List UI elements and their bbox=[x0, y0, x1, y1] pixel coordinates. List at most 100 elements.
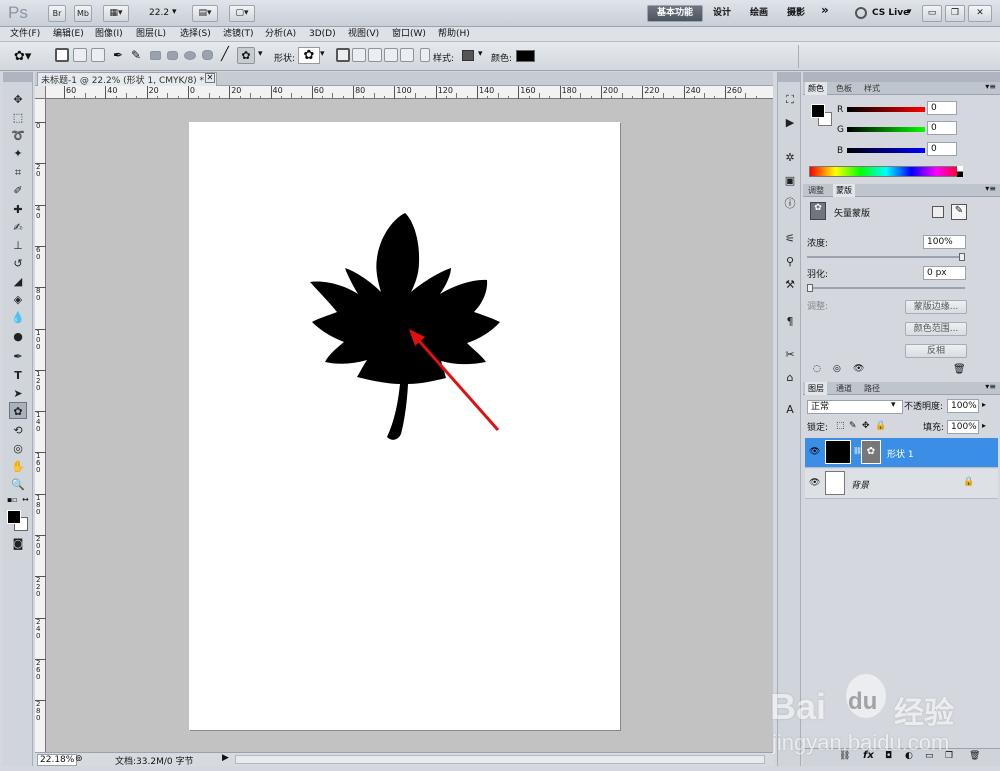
view-extras-button[interactable]: ▦▾ bbox=[103, 5, 129, 22]
status-menu-arrow-icon[interactable]: ▶ bbox=[222, 753, 229, 763]
menu-select[interactable]: 选择(S) bbox=[180, 28, 211, 41]
delete-mask-icon[interactable]: 🗑 bbox=[953, 364, 966, 375]
ruler-origin[interactable] bbox=[35, 86, 46, 99]
tab-masks[interactable]: 蒙版 bbox=[833, 184, 855, 197]
panel-collapse-bar[interactable] bbox=[803, 72, 1000, 82]
crop-tool-icon[interactable]: ⌗ bbox=[9, 164, 27, 181]
layer-row-background[interactable]: 👁 背景 🔒 bbox=[805, 469, 998, 499]
shape-layers-mode-button[interactable] bbox=[55, 48, 69, 62]
freeform-pen-icon[interactable]: ✎ bbox=[131, 48, 141, 62]
r-slider[interactable] bbox=[847, 107, 925, 112]
color-spectrum-bar[interactable] bbox=[809, 166, 963, 177]
info-panel-icon[interactable]: ⓘ bbox=[782, 196, 798, 212]
custom-shape-tool-button[interactable]: ✿ bbox=[237, 47, 255, 64]
restore-button[interactable]: ❐ bbox=[945, 5, 965, 22]
zoom-tool-icon[interactable]: 🔍 bbox=[9, 476, 27, 493]
minibridge-button[interactable]: Mb bbox=[74, 5, 92, 22]
load-selection-icon[interactable]: ◌ bbox=[813, 364, 821, 374]
lock-transparent-icon[interactable]: ⬚ bbox=[836, 421, 845, 431]
style-picker[interactable] bbox=[462, 50, 474, 61]
adjustment-layer-icon[interactable]: ◐ bbox=[905, 751, 913, 761]
menu-edit[interactable]: 编辑(E) bbox=[53, 28, 84, 41]
clone-source-panel-icon[interactable]: ⚲ bbox=[782, 254, 798, 270]
paths-mode-button[interactable] bbox=[73, 48, 87, 62]
add-to-shape-area-button[interactable] bbox=[352, 48, 366, 62]
workspace-essentials-button[interactable]: 基本功能 bbox=[647, 5, 703, 22]
lock-image-icon[interactable]: ✎ bbox=[849, 421, 857, 431]
marquee-tool-icon[interactable]: ⬚ bbox=[9, 109, 27, 126]
chevron-down-icon[interactable]: ▾ bbox=[320, 49, 325, 59]
path-selection-tool-icon[interactable]: ➤ bbox=[9, 385, 27, 402]
blend-mode-select[interactable]: 正常 bbox=[807, 400, 903, 414]
tab-swatches[interactable]: 色板 bbox=[833, 82, 855, 95]
subtract-shape-area-button[interactable] bbox=[368, 48, 382, 62]
eye-icon[interactable]: 👁 bbox=[809, 447, 820, 457]
layer-style-icon[interactable]: fx bbox=[863, 750, 874, 761]
pen-tool-icon[interactable]: ✒ bbox=[9, 348, 27, 365]
zoom-level-select[interactable]: 22.2 bbox=[149, 8, 169, 18]
pen-tool-icon[interactable]: ✒ bbox=[113, 48, 123, 62]
intersect-shape-areas-button[interactable] bbox=[384, 48, 398, 62]
apply-mask-icon[interactable]: ◎ bbox=[833, 364, 841, 374]
paint-bucket-tool-icon[interactable]: ◈ bbox=[9, 291, 27, 308]
panel-menu-icon[interactable]: ▾≡ bbox=[985, 184, 996, 193]
lock-all-icon[interactable]: 🔒 bbox=[875, 421, 886, 431]
layer-name[interactable]: 形状 1 bbox=[887, 447, 914, 460]
hand-tool-icon[interactable]: ✋ bbox=[9, 458, 27, 475]
status-zoom[interactable]: 22.18% bbox=[37, 754, 78, 766]
3d-panel-icon[interactable]: ✂ bbox=[782, 347, 798, 363]
menu-help[interactable]: 帮助(H) bbox=[438, 28, 470, 41]
tab-styles[interactable]: 样式 bbox=[861, 82, 883, 95]
layer-name[interactable]: 背景 bbox=[851, 478, 869, 491]
tab-layers[interactable]: 图层 bbox=[805, 382, 827, 395]
3d-orbit-tool-icon[interactable]: ◎ bbox=[9, 440, 27, 457]
custom-shape-tool-preset-icon[interactable]: ✿▾ bbox=[14, 49, 31, 64]
history-brush-tool-icon[interactable]: ↺ bbox=[9, 255, 27, 272]
character-panel-icon[interactable]: A bbox=[782, 402, 798, 418]
workspace-design[interactable]: 设计 bbox=[713, 6, 731, 21]
add-mask-icon[interactable]: ◘ bbox=[885, 751, 892, 761]
r-value-field[interactable]: 0 bbox=[927, 101, 957, 115]
chevron-down-icon[interactable]: ▾ bbox=[258, 49, 263, 59]
g-slider[interactable] bbox=[847, 127, 925, 132]
panel-menu-icon[interactable]: ▾≡ bbox=[985, 382, 996, 391]
histogram-panel-icon[interactable]: ▣ bbox=[782, 173, 798, 189]
menu-analysis[interactable]: 分析(A) bbox=[265, 28, 296, 41]
density-field[interactable]: 100% bbox=[923, 235, 966, 249]
fill-pixels-mode-button[interactable] bbox=[91, 48, 105, 62]
brush-presets-panel-icon[interactable]: ⚟ bbox=[782, 231, 798, 247]
polygon-tool-button[interactable] bbox=[202, 50, 213, 60]
tab-adjustments[interactable]: 调整 bbox=[805, 184, 827, 197]
vector-mask-thumbnail[interactable]: ✿ bbox=[810, 202, 826, 220]
type-tool-icon[interactable]: T bbox=[9, 367, 27, 384]
opacity-field[interactable]: 100% bbox=[947, 399, 979, 413]
tool-presets-panel-icon[interactable]: ⚒ bbox=[782, 277, 798, 293]
menu-layer[interactable]: 图层(L) bbox=[136, 28, 166, 41]
line-tool-icon[interactable]: ╱ bbox=[221, 47, 229, 62]
delete-layer-icon[interactable]: 🗑 bbox=[969, 751, 980, 761]
panel-collapse-bar[interactable] bbox=[3, 72, 32, 82]
lasso-tool-icon[interactable]: ➰ bbox=[9, 127, 27, 144]
menu-window[interactable]: 窗口(W) bbox=[392, 28, 426, 41]
menu-view[interactable]: 视图(V) bbox=[348, 28, 379, 41]
mask-edge-button[interactable]: 蒙版边缘... bbox=[905, 300, 967, 314]
3d-rotate-tool-icon[interactable]: ⟲ bbox=[9, 422, 27, 439]
screen-mode-button[interactable]: ▢▾ bbox=[229, 5, 255, 22]
healing-brush-tool-icon[interactable]: ✚ bbox=[9, 201, 27, 218]
shape-picker[interactable]: ✿ bbox=[298, 47, 320, 64]
exclude-overlap-button[interactable] bbox=[400, 48, 414, 62]
bridge-button[interactable]: Br bbox=[48, 5, 66, 22]
feather-slider-thumb[interactable] bbox=[807, 284, 813, 292]
brush-tool-icon[interactable]: ✍ bbox=[9, 219, 27, 236]
tab-color[interactable]: 颜色 bbox=[805, 82, 827, 95]
g-value-field[interactable]: 0 bbox=[927, 121, 957, 135]
quick-selection-tool-icon[interactable]: ✦ bbox=[9, 145, 27, 162]
chevron-down-icon[interactable]: ▾ bbox=[478, 49, 483, 59]
link-style-button[interactable] bbox=[420, 48, 430, 62]
cslive-button[interactable]: CS Live bbox=[872, 8, 909, 18]
paragraph-panel-icon[interactable]: ¶ bbox=[782, 314, 798, 330]
dodge-tool-icon[interactable]: ● bbox=[9, 328, 27, 345]
default-colors-icon[interactable]: ◾◽ bbox=[7, 496, 17, 504]
invert-button[interactable]: 反相 bbox=[905, 344, 967, 358]
quick-mask-icon[interactable]: ◙ bbox=[9, 535, 27, 552]
